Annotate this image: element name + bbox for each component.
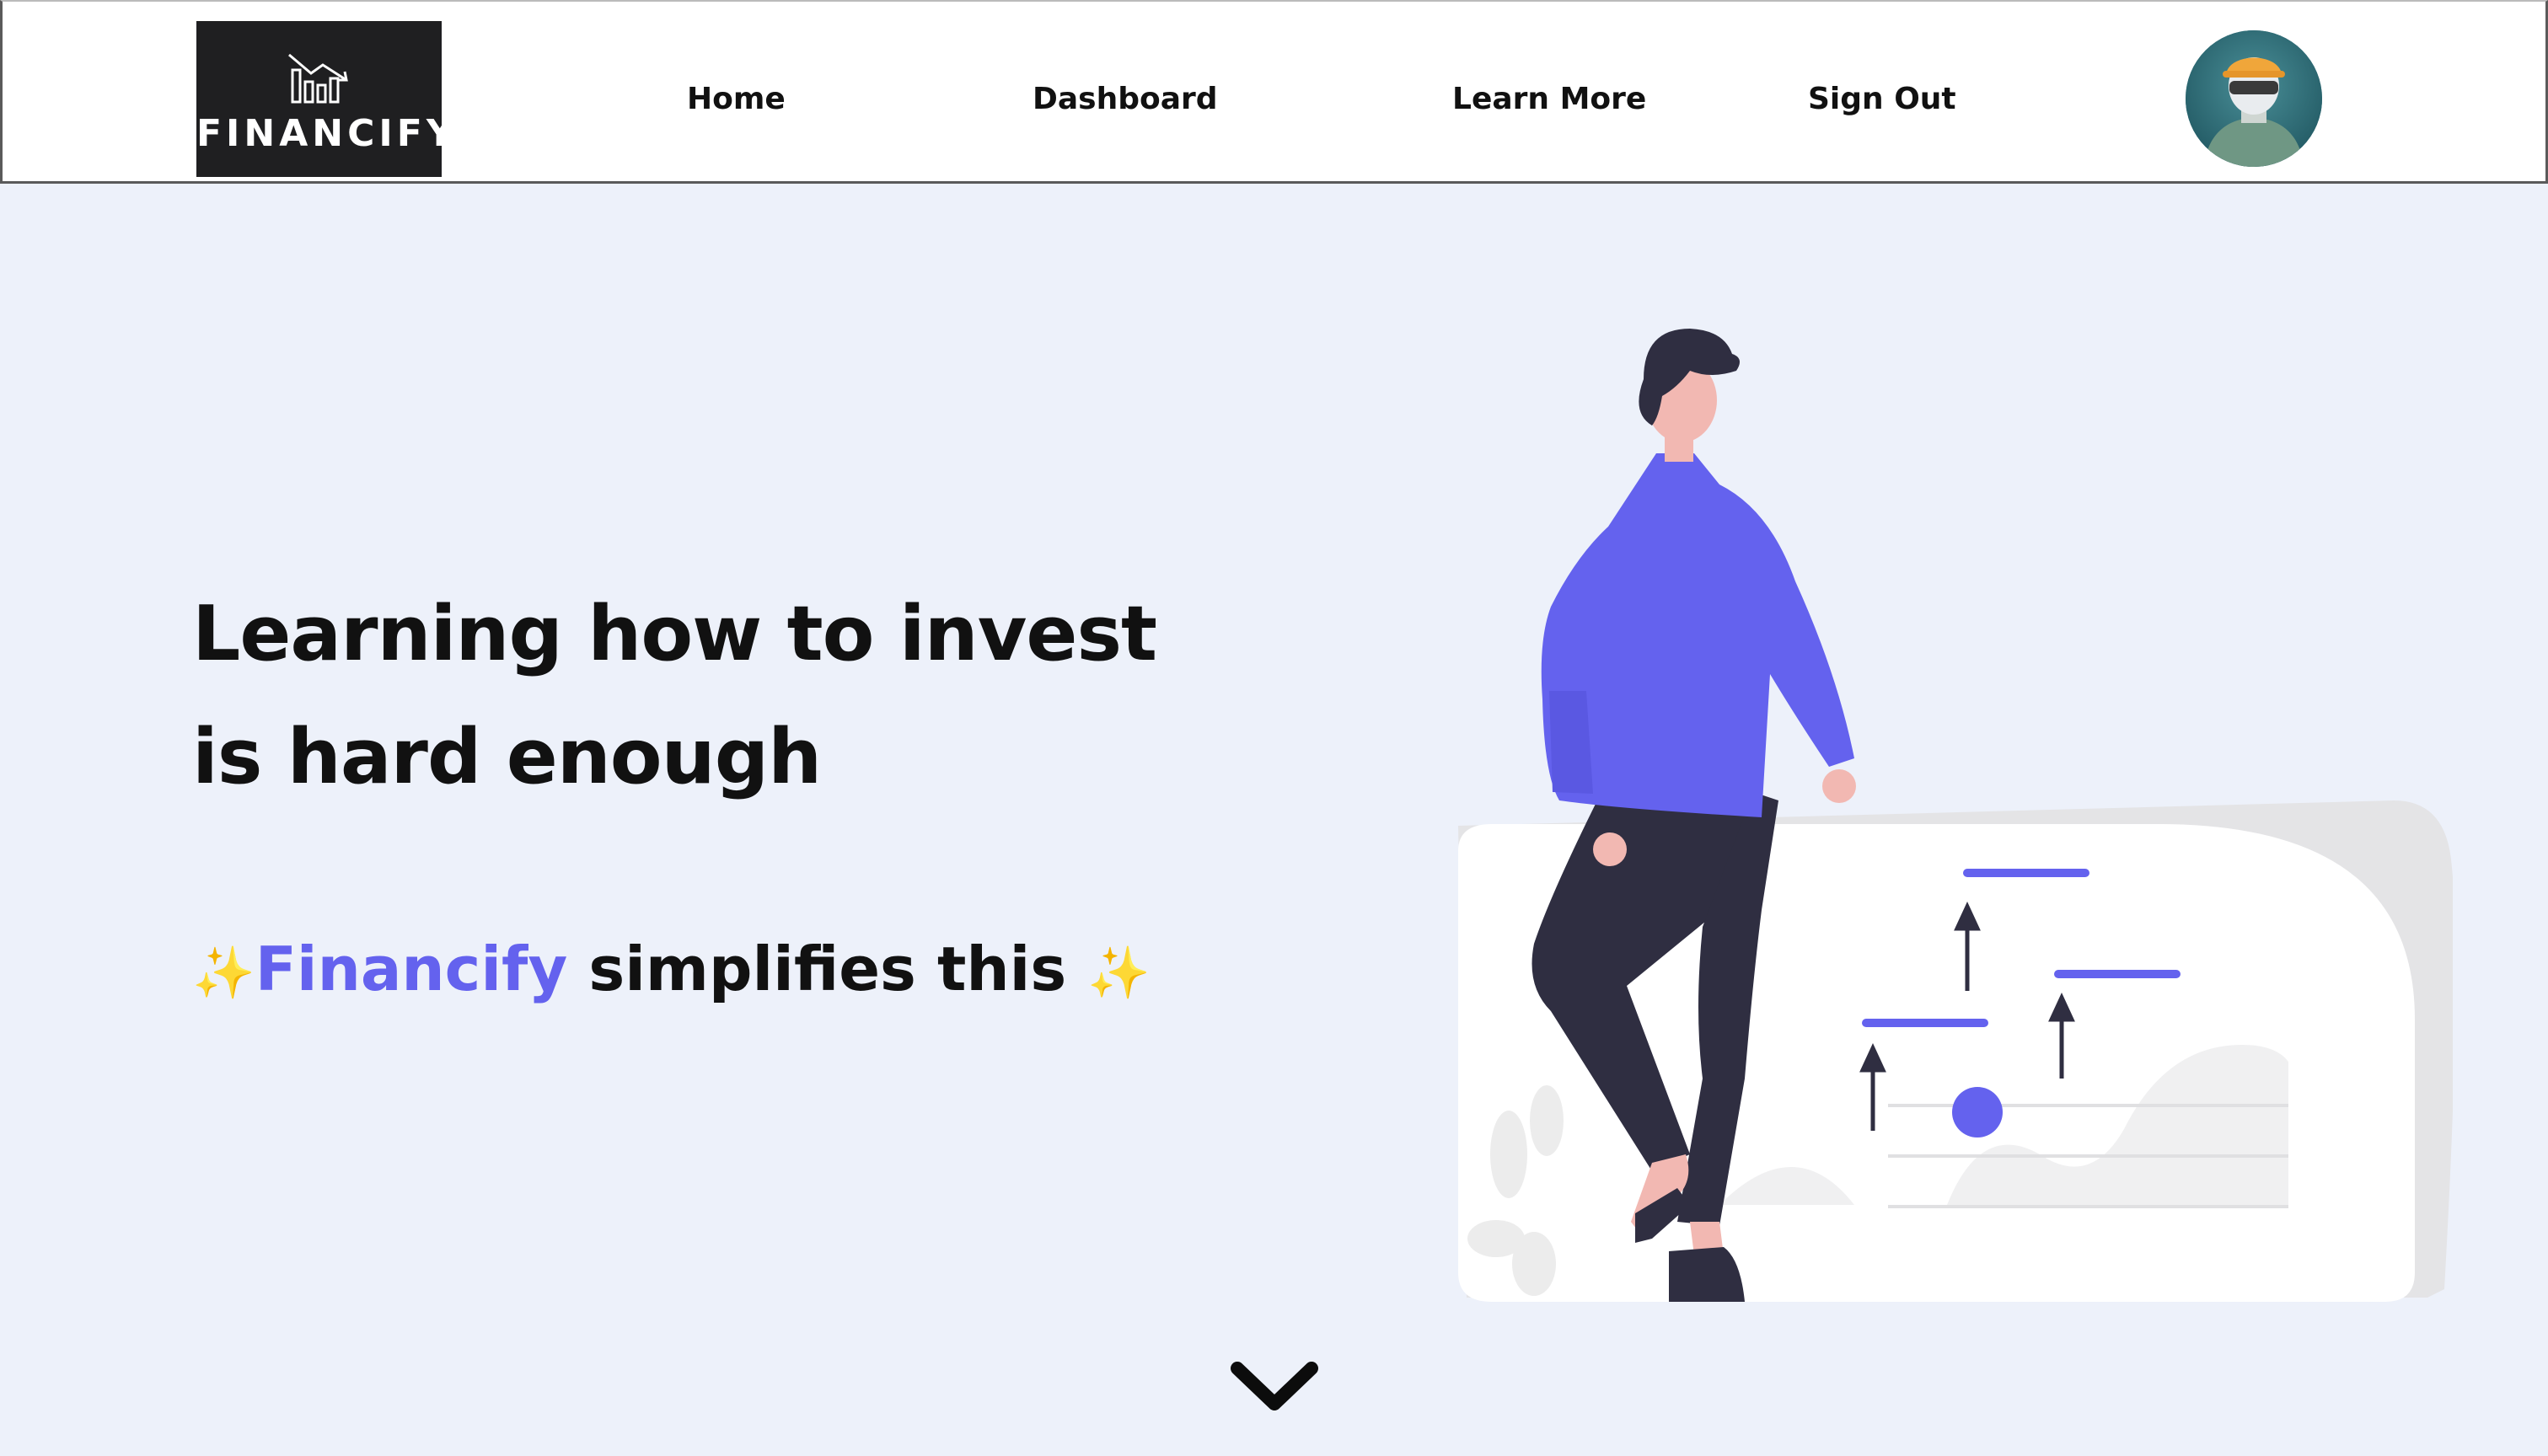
top-navbar: FINANCIFY Home Dashboard Learn More Sign… <box>0 0 2548 184</box>
financify-logo[interactable]: FINANCIFY <box>196 21 458 177</box>
nav-learn-more-link[interactable]: Learn More <box>1452 74 1646 125</box>
chevron-down-icon <box>1231 1362 1318 1410</box>
nav-sign-out-link[interactable]: Sign Out <box>1808 74 1956 125</box>
investing-person-illustration <box>1458 329 2453 1302</box>
avatar-portrait-icon <box>2186 30 2322 167</box>
user-avatar[interactable] <box>2186 30 2322 167</box>
sparkle-icon: ✨ <box>1087 944 1151 1003</box>
sparkle-icon: ✨ <box>192 944 255 1003</box>
bar-chart-trend-down-icon <box>288 53 348 104</box>
tagline-text: simplifies this <box>567 934 1088 1004</box>
hero-headline: Learning how to invest is hard enough <box>192 573 1288 819</box>
hero-headline-line2: is hard enough <box>192 713 822 801</box>
hero-headline-line1: Learning how to invest <box>192 590 1157 678</box>
nav-dashboard-link[interactable]: Dashboard <box>1033 74 1218 125</box>
tagline-brand: Financify <box>255 934 568 1004</box>
logo-text: FINANCIFY <box>196 112 458 155</box>
scroll-down-button[interactable] <box>1231 1357 1318 1424</box>
hero-tagline: ✨Financify simplifies this ✨ <box>192 927 1151 1011</box>
nav-home-link[interactable]: Home <box>687 74 786 125</box>
